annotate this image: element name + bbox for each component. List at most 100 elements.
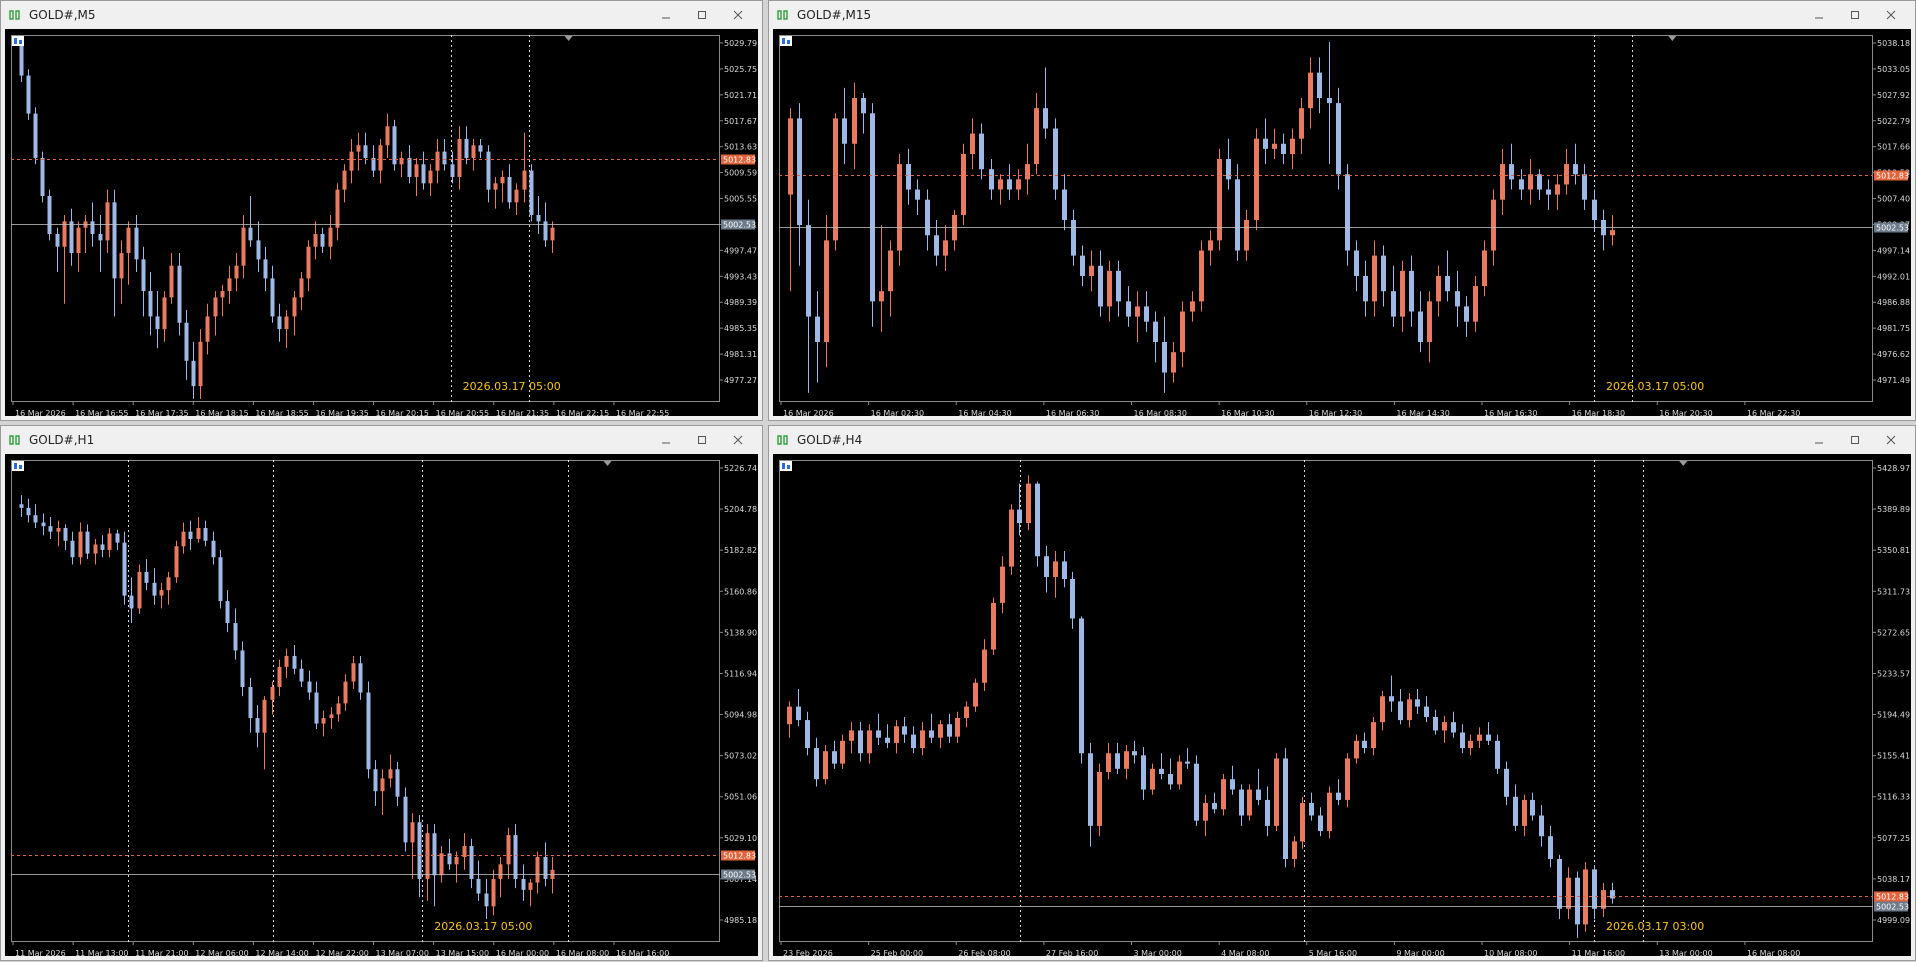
candle-body: [78, 531, 83, 558]
candle-body: [1159, 768, 1164, 775]
titlebar[interactable]: GOLD#,M5: [1, 1, 762, 29]
candle-body: [1398, 701, 1403, 721]
candle-body: [858, 730, 863, 754]
candle-body: [1528, 174, 1533, 190]
minimize-icon[interactable]: [648, 426, 684, 454]
candle-body: [1546, 189, 1551, 195]
chart-shift-marker: [1679, 461, 1688, 466]
candle-body: [842, 118, 847, 144]
candle-body: [100, 544, 105, 550]
candle-body: [1009, 509, 1014, 567]
candle-body: [1610, 890, 1615, 899]
candle-body: [1381, 255, 1386, 292]
close-icon[interactable]: [1873, 1, 1909, 29]
chart-candles-icon: [7, 432, 23, 448]
close-icon[interactable]: [720, 426, 756, 454]
candle-body: [284, 655, 289, 667]
candle-body: [934, 235, 939, 256]
candle-body: [1256, 789, 1261, 800]
candle-body: [284, 316, 289, 330]
candle-body: [1230, 779, 1235, 790]
candle-body: [203, 527, 208, 541]
candle-body: [76, 227, 81, 254]
candle-body: [947, 724, 952, 737]
candle-body: [1389, 696, 1394, 702]
candle-body: [166, 577, 171, 591]
chart-window-m15[interactable]: GOLD#,M15 5038.18 5033.05 5027.92 5022.79 50…: [768, 0, 1916, 421]
time-label: 16 Mar 18:15: [195, 409, 248, 418]
candle-body: [1455, 291, 1460, 307]
time-label: 13 Mar 15:00: [436, 949, 489, 958]
price-label: 5051.06: [724, 793, 757, 802]
price-label: 5182.82: [724, 546, 757, 555]
candle-body: [392, 126, 397, 165]
candle-body: [879, 291, 884, 302]
price-label: 4999.09: [1877, 916, 1910, 925]
titlebar[interactable]: GOLD#,H4: [769, 426, 1915, 454]
candle-body: [1519, 179, 1524, 190]
chart-area[interactable]: 5428.97 5389.89 5350.81 5311.73 5272.65 5233.…: [773, 454, 1911, 958]
candle-body: [358, 663, 363, 693]
candle-body: [162, 297, 167, 330]
candle-body: [961, 153, 966, 215]
candle-body: [1564, 164, 1569, 185]
plot-frame: [11, 35, 720, 402]
candle-body: [824, 240, 829, 343]
maximize-icon[interactable]: [684, 426, 720, 454]
minimize-icon[interactable]: [648, 1, 684, 29]
candle-body: [256, 240, 261, 260]
candle-body: [107, 533, 112, 550]
candle-body: [129, 595, 134, 609]
candle-body: [262, 699, 267, 733]
window-title: GOLD#,M5: [29, 8, 96, 22]
candle-body: [925, 199, 930, 236]
window-title: GOLD#,H1: [29, 433, 95, 447]
candle-body: [522, 170, 527, 190]
titlebar[interactable]: GOLD#,H1: [1, 426, 762, 454]
candle-body: [897, 164, 902, 251]
chart-window-m5[interactable]: GOLD#,M5 5029.79 5025.75 5021.71 5017.67 501…: [0, 0, 763, 421]
price-label: 5025.75: [724, 65, 757, 74]
candle-body: [1433, 716, 1438, 731]
candle-body: [122, 542, 127, 596]
candle-body: [1509, 164, 1514, 180]
maximize-icon[interactable]: [684, 1, 720, 29]
candle-body: [1034, 108, 1039, 165]
price-label: 5233.57: [1877, 669, 1910, 678]
candle-body: [797, 118, 802, 226]
candle-body: [1203, 803, 1208, 821]
candle-body: [1482, 250, 1487, 287]
price-label: 5005.55: [724, 195, 757, 204]
candle-body: [1436, 275, 1441, 302]
candle-body: [888, 250, 893, 292]
chart-window-h4[interactable]: GOLD#,H4 5428.97 5389.89 5350.81 5311.73 527…: [768, 425, 1916, 961]
titlebar[interactable]: GOLD#,M15: [769, 1, 1915, 29]
candle-body: [148, 291, 153, 317]
time-label: 16 Mar 08:00: [556, 949, 609, 958]
close-icon[interactable]: [720, 1, 756, 29]
chart-area[interactable]: 5038.18 5033.05 5027.92 5022.79 5017.66 5012.…: [773, 29, 1911, 418]
maximize-icon[interactable]: [1837, 426, 1873, 454]
candle-body: [356, 145, 361, 152]
chart-window-h1[interactable]: GOLD#,H1 5226.74 5204.78 5182.82 5160.86 513…: [0, 425, 763, 961]
chart-area[interactable]: 5226.74 5204.78 5182.82 5160.86 5138.90 5116.…: [5, 454, 758, 958]
bid-price-badge-text: 5002.53: [1876, 224, 1909, 233]
time-label: 12 Mar 14:00: [255, 949, 308, 958]
candle-body: [1495, 740, 1500, 769]
candle-body: [403, 796, 408, 843]
time-label: 16 Mar 2026: [783, 409, 834, 418]
chart-candles-icon: [7, 7, 23, 23]
candle-body: [1217, 159, 1222, 241]
candle-body: [1391, 291, 1396, 317]
chart-area[interactable]: 5029.79 5025.75 5021.71 5017.67 5013.63 5009.…: [5, 29, 758, 418]
minimize-icon[interactable]: [1801, 1, 1837, 29]
minimize-icon[interactable]: [1801, 426, 1837, 454]
candle-body: [1445, 275, 1450, 292]
chart-shift-marker: [603, 461, 612, 466]
candle-body: [292, 297, 297, 317]
candle-body: [457, 138, 462, 177]
close-icon[interactable]: [1873, 426, 1909, 454]
candle-body: [805, 720, 810, 749]
maximize-icon[interactable]: [1837, 1, 1873, 29]
candle-body: [1162, 342, 1167, 373]
